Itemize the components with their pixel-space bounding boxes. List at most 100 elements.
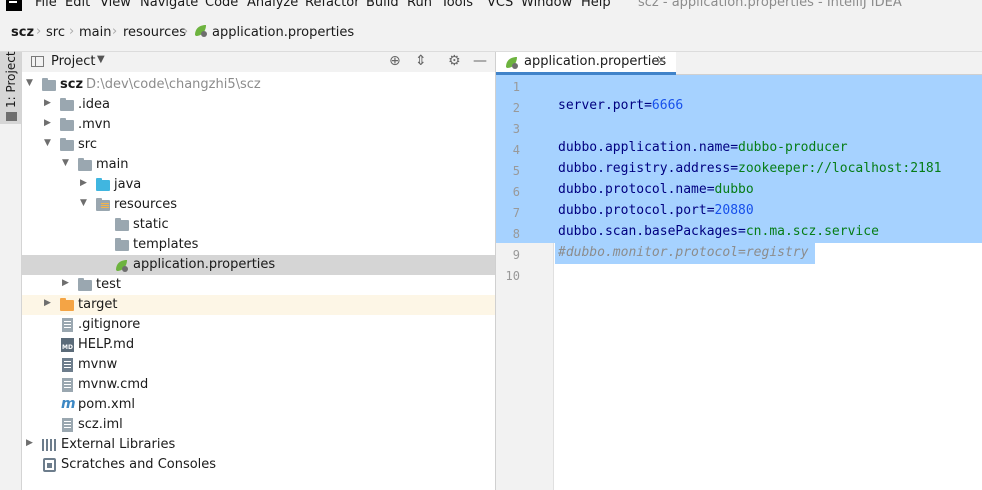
tree-item-resources[interactable]: ▼ resources xyxy=(22,195,495,215)
chevron-down-icon[interactable]: ▼ xyxy=(26,78,33,88)
source-folder-icon xyxy=(96,178,110,191)
tree-item-scz-iml[interactable]: scz.iml xyxy=(22,415,495,435)
breadcrumb-item-main[interactable]: main xyxy=(79,25,111,40)
breadcrumb-item-project[interactable]: scz xyxy=(11,25,34,40)
menu-analyze[interactable]: Analyze xyxy=(247,0,298,10)
project-panel-header: Project ▼ ⊕ ⇕ ⚙ — xyxy=(22,52,495,72)
menu-refactor[interactable]: Refactor xyxy=(305,0,360,10)
property-value: zookeeper://localhost:2181 xyxy=(738,161,942,176)
hide-icon[interactable]: — xyxy=(473,53,487,69)
code-comment: #dubbo.monitor.protocol=registry xyxy=(558,245,809,260)
tree-item-label: mvnw xyxy=(78,357,118,372)
editor-tab-label: application.properties xyxy=(524,54,667,69)
tree-item-label: main xyxy=(96,157,129,172)
close-icon[interactable]: × xyxy=(656,53,667,68)
menu-edit[interactable]: Edit xyxy=(65,0,90,10)
property-separator: = xyxy=(738,224,746,239)
line-number: 10 xyxy=(505,269,520,283)
locate-icon[interactable]: ⊕ xyxy=(389,53,401,69)
project-path: D:\dev\code\changzhi5\scz xyxy=(86,77,261,92)
property-separator: = xyxy=(730,140,739,155)
property-key: dubbo.application.name xyxy=(558,140,731,155)
menu-code[interactable]: Code xyxy=(205,0,238,10)
tree-item-label: Scratches and Consoles xyxy=(61,457,217,472)
tree-item-label: target xyxy=(78,297,118,312)
code-line: dubbo.registry.address=zookeeper://local… xyxy=(558,161,942,176)
tree-item-mvn[interactable]: ▶ .mvn xyxy=(22,115,495,135)
chevron-right-icon[interactable]: ▶ xyxy=(44,118,51,128)
menu-navigate[interactable]: Navigate xyxy=(140,0,198,10)
chevron-down-icon[interactable]: ▼ xyxy=(62,158,69,168)
tree-item-label: .idea xyxy=(78,97,110,112)
folder-icon xyxy=(60,98,74,111)
line-number: 1 xyxy=(512,80,520,94)
property-value: 20880 xyxy=(714,203,754,218)
tree-item-label: External Libraries xyxy=(61,437,176,452)
tree-item-label: mvnw.cmd xyxy=(78,377,149,392)
code-line: dubbo.protocol.name=dubbo xyxy=(558,182,754,197)
tree-item-mvnw[interactable]: mvnw xyxy=(22,355,495,375)
tree-item-label: src xyxy=(78,137,97,152)
text-file-icon xyxy=(62,378,73,392)
property-separator: = xyxy=(730,161,739,176)
chevron-right-icon[interactable]: ▶ xyxy=(44,98,51,108)
tree-item-static[interactable]: static xyxy=(22,215,495,235)
tree-item-project-root[interactable]: ▼ scz D:\dev\code\changzhi5\scz xyxy=(22,75,495,95)
tree-item-label: .mvn xyxy=(78,117,111,132)
project-view-selector[interactable]: Project xyxy=(51,54,95,69)
chevron-right-icon[interactable]: ▶ xyxy=(80,178,87,188)
tree-item-help-md[interactable]: MD HELP.md xyxy=(22,335,495,355)
tree-item-external-libraries[interactable]: ▶ External Libraries xyxy=(22,435,495,455)
tree-item-scratches[interactable]: Scratches and Consoles xyxy=(22,455,495,475)
menu-run[interactable]: Run xyxy=(407,0,432,10)
menu-help[interactable]: Help xyxy=(581,0,611,10)
line-number: 8 xyxy=(512,227,520,241)
code-line: dubbo.scan.basePackages=cn.ma.scz.servic… xyxy=(558,224,879,239)
chevron-right-icon[interactable]: ▶ xyxy=(62,278,69,288)
menu-build[interactable]: Build xyxy=(366,0,399,10)
tree-item-mvnw-cmd[interactable]: mvnw.cmd xyxy=(22,375,495,395)
text-file-icon xyxy=(62,318,73,332)
chevron-right-icon[interactable]: ▶ xyxy=(44,298,51,308)
menu-file[interactable]: File xyxy=(35,0,57,10)
property-key: dubbo.protocol.port xyxy=(558,203,707,218)
folder-icon xyxy=(60,138,74,151)
spring-leaf-icon xyxy=(195,25,207,37)
library-icon xyxy=(42,439,57,451)
menu-tools[interactable]: Tools xyxy=(441,0,473,10)
scratches-icon xyxy=(43,458,56,472)
chevron-down-icon[interactable]: ▼ xyxy=(80,198,87,208)
tree-item-test[interactable]: ▶ test xyxy=(22,275,495,295)
tree-item-java[interactable]: ▶ java xyxy=(22,175,495,195)
line-number: 2 xyxy=(512,101,520,115)
breadcrumb-item-src[interactable]: src xyxy=(46,25,65,40)
tree-item-label: HELP.md xyxy=(78,337,135,352)
tree-item-gitignore[interactable]: .gitignore xyxy=(22,315,495,335)
breadcrumb-item-resources[interactable]: resources xyxy=(123,25,186,40)
menu-view[interactable]: View xyxy=(100,0,131,10)
breadcrumb-item-file[interactable]: application.properties xyxy=(212,25,354,40)
left-tool-stripe: 1: Project xyxy=(0,51,22,490)
menu-vcs[interactable]: VCS xyxy=(487,0,513,10)
tree-item-templates[interactable]: templates xyxy=(22,235,495,255)
editor-tab-application-properties[interactable]: application.properties × xyxy=(496,52,676,75)
collapse-all-icon[interactable]: ⇕ xyxy=(415,53,427,69)
maven-icon: m xyxy=(61,396,76,412)
spring-leaf-icon xyxy=(116,260,128,272)
gear-icon[interactable]: ⚙ xyxy=(448,53,461,69)
menu-window[interactable]: Window xyxy=(521,0,572,10)
folder-icon xyxy=(78,278,92,291)
tree-item-src[interactable]: ▼ src xyxy=(22,135,495,155)
tree-item-application-properties[interactable]: application.properties xyxy=(22,255,495,275)
tree-item-pom-xml[interactable]: m pom.xml xyxy=(22,395,495,415)
breadcrumb: scz › src › main › resources › applicati… xyxy=(0,11,982,52)
tree-item-main[interactable]: ▼ main xyxy=(22,155,495,175)
tree-item-target[interactable]: ▶ target xyxy=(22,295,495,315)
chevron-down-icon[interactable]: ▼ xyxy=(97,54,105,65)
code-line: server.port=6666 xyxy=(558,98,683,113)
tree-item-idea[interactable]: ▶ .idea xyxy=(22,95,495,115)
property-value: dubbo xyxy=(714,182,754,197)
chevron-down-icon[interactable]: ▼ xyxy=(44,138,51,148)
code-line: dubbo.protocol.port=20880 xyxy=(558,203,754,218)
chevron-right-icon[interactable]: ▶ xyxy=(26,438,33,448)
